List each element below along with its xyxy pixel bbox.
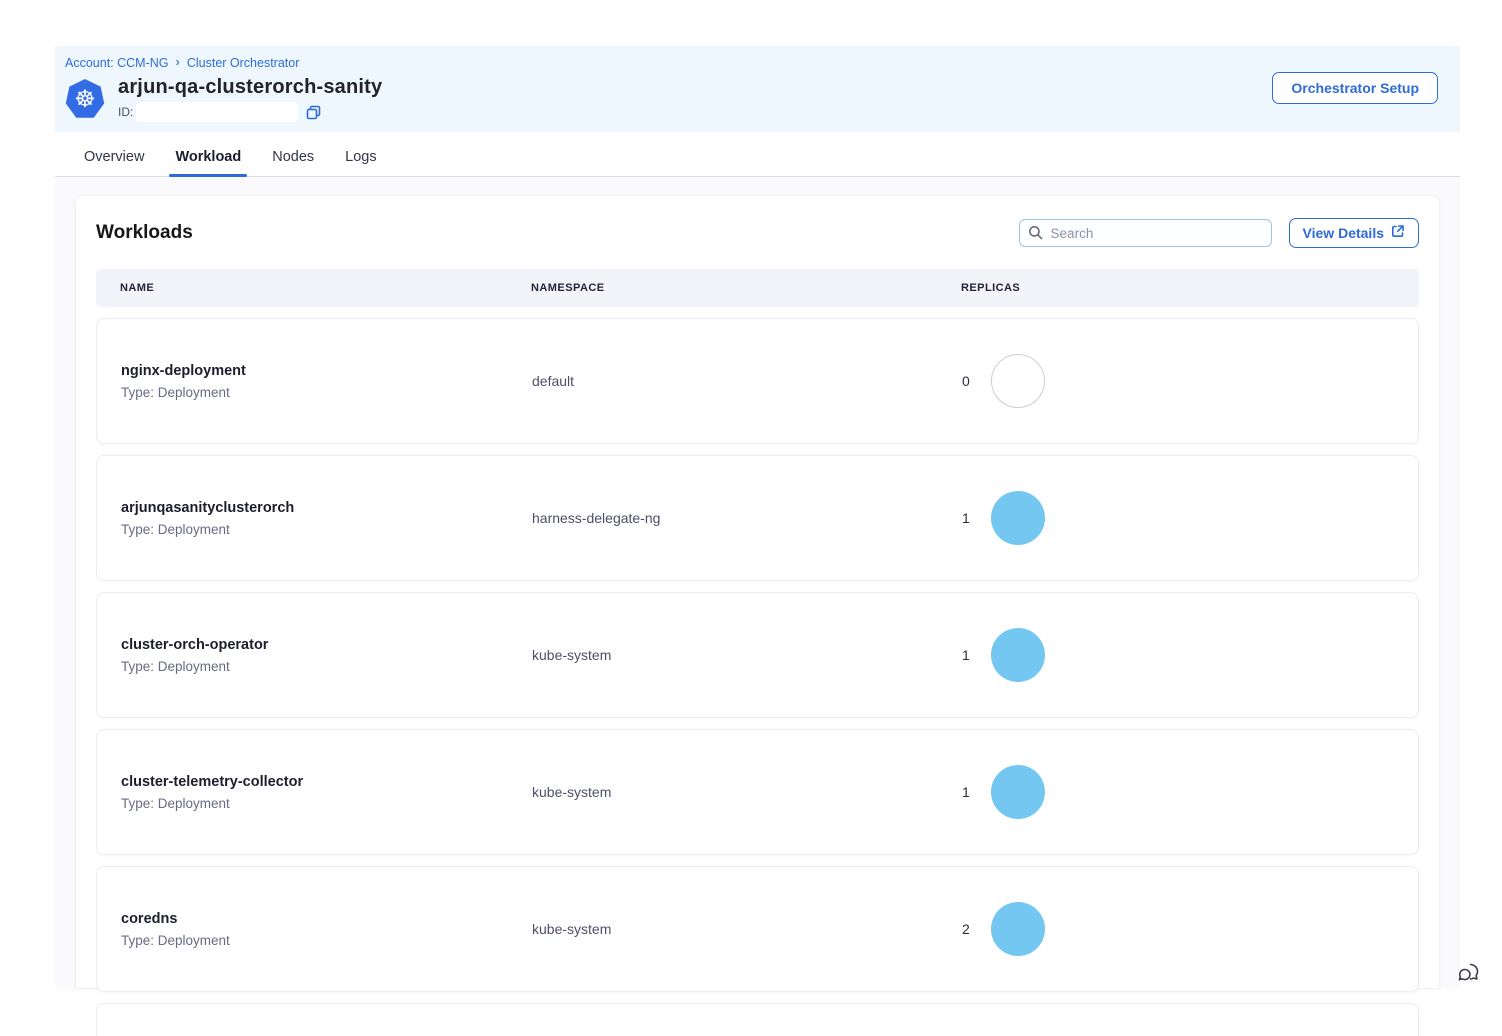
namespace-cell: kube-system [532, 784, 962, 800]
replicas-cell: 1 [962, 765, 1418, 819]
view-details-button[interactable]: View Details [1289, 218, 1419, 248]
tab-overview[interactable]: Overview [82, 139, 146, 176]
breadcrumb-account-link[interactable]: Account: CCM-NG [65, 56, 169, 70]
replica-count: 1 [962, 510, 970, 526]
replicas-cell: 1 [962, 491, 1418, 545]
namespace-cell: harness-delegate-ng [532, 510, 962, 526]
main-area: Workloads View Details [55, 177, 1460, 989]
workload-type: Type: Deployment [121, 933, 532, 948]
app-content: Account: CCM-NG › Cluster Orchestrator ☸… [55, 46, 1460, 1036]
workload-type: Type: Deployment [121, 659, 532, 674]
replica-status-circle [991, 902, 1045, 956]
tab-workload[interactable]: Workload [173, 139, 243, 176]
replica-status-circle [991, 491, 1045, 545]
name-cell: cluster-telemetry-collector Type: Deploy… [121, 774, 532, 811]
breadcrumb: Account: CCM-NG › Cluster Orchestrator [65, 55, 1438, 70]
copy-icon[interactable] [306, 105, 321, 120]
tab-logs[interactable]: Logs [343, 139, 378, 176]
replicas-cell: 0 [962, 354, 1418, 408]
name-cell: cluster-orch-operator Type: Deployment [121, 637, 532, 674]
workload-name: cluster-orch-operator [121, 637, 532, 653]
id-redacted-value [136, 102, 298, 122]
replica-count: 2 [962, 921, 970, 937]
cluster-id-line: ID: [118, 102, 382, 122]
replica-status-circle [991, 354, 1045, 408]
table-row[interactable]: arjunqasanityclusterorch Type: Deploymen… [96, 455, 1419, 581]
chat-help-icon[interactable] [1456, 960, 1480, 989]
view-details-label: View Details [1303, 225, 1384, 241]
name-cell: arjunqasanityclusterorch Type: Deploymen… [121, 500, 532, 537]
replicas-cell: 2 [962, 902, 1418, 956]
workload-type: Type: Deployment [121, 796, 532, 811]
external-link-icon [1391, 224, 1405, 241]
workload-name: cluster-telemetry-collector [121, 774, 532, 790]
breadcrumb-section-link[interactable]: Cluster Orchestrator [187, 56, 300, 70]
search-input[interactable] [1019, 219, 1272, 247]
workloads-title: Workloads [96, 222, 193, 244]
table-row[interactable]: nginx-deployment Type: Deployment defaul… [96, 318, 1419, 444]
title-row: ☸ arjun-qa-clusterorch-sanity ID: [65, 76, 1438, 122]
workload-name: arjunqasanityclusterorch [121, 500, 532, 516]
namespace-cell: kube-system [532, 647, 962, 663]
id-label: ID: [118, 105, 133, 119]
replica-count: 0 [962, 373, 970, 389]
workload-type: Type: Deployment [121, 522, 532, 537]
table-header: NAME NAMESPACE REPLICAS [96, 269, 1419, 307]
search-box [1019, 219, 1272, 247]
page: Account: CCM-NG › Cluster Orchestrator ☸… [0, 0, 1502, 1036]
table-row[interactable]: cluster-orch-operator Type: Deployment k… [96, 592, 1419, 718]
table-row-partial[interactable] [96, 1003, 1419, 1036]
col-header-namespace: NAMESPACE [531, 282, 961, 294]
tab-nodes[interactable]: Nodes [270, 139, 316, 176]
name-cell: coredns Type: Deployment [121, 911, 532, 948]
col-header-replicas: REPLICAS [961, 282, 1419, 294]
namespace-cell: kube-system [532, 921, 962, 937]
page-title: arjun-qa-clusterorch-sanity [118, 76, 382, 99]
cluster-header-banner: Account: CCM-NG › Cluster Orchestrator ☸… [55, 46, 1460, 132]
workload-rows: nginx-deployment Type: Deployment defaul… [96, 318, 1419, 992]
col-header-name: NAME [120, 282, 531, 294]
workload-name: coredns [121, 911, 532, 927]
replica-count: 1 [962, 784, 970, 800]
workloads-panel: Workloads View Details [75, 195, 1440, 989]
namespace-cell: default [532, 373, 962, 389]
table-row[interactable]: cluster-telemetry-collector Type: Deploy… [96, 729, 1419, 855]
workload-type: Type: Deployment [121, 385, 532, 400]
panel-header: Workloads View Details [96, 218, 1419, 248]
replica-status-circle [991, 765, 1045, 819]
kubernetes-icon: ☸ [65, 79, 105, 119]
replica-count: 1 [962, 647, 970, 663]
tab-bar: Overview Workload Nodes Logs [55, 132, 1460, 177]
table-row[interactable]: coredns Type: Deployment kube-system 2 [96, 866, 1419, 992]
workload-name: nginx-deployment [121, 363, 532, 379]
breadcrumb-chevron-icon: › [176, 54, 180, 69]
search-icon [1028, 225, 1043, 245]
orchestrator-setup-button[interactable]: Orchestrator Setup [1272, 72, 1438, 104]
replica-status-circle [991, 628, 1045, 682]
replicas-cell: 1 [962, 628, 1418, 682]
name-cell: nginx-deployment Type: Deployment [121, 363, 532, 400]
